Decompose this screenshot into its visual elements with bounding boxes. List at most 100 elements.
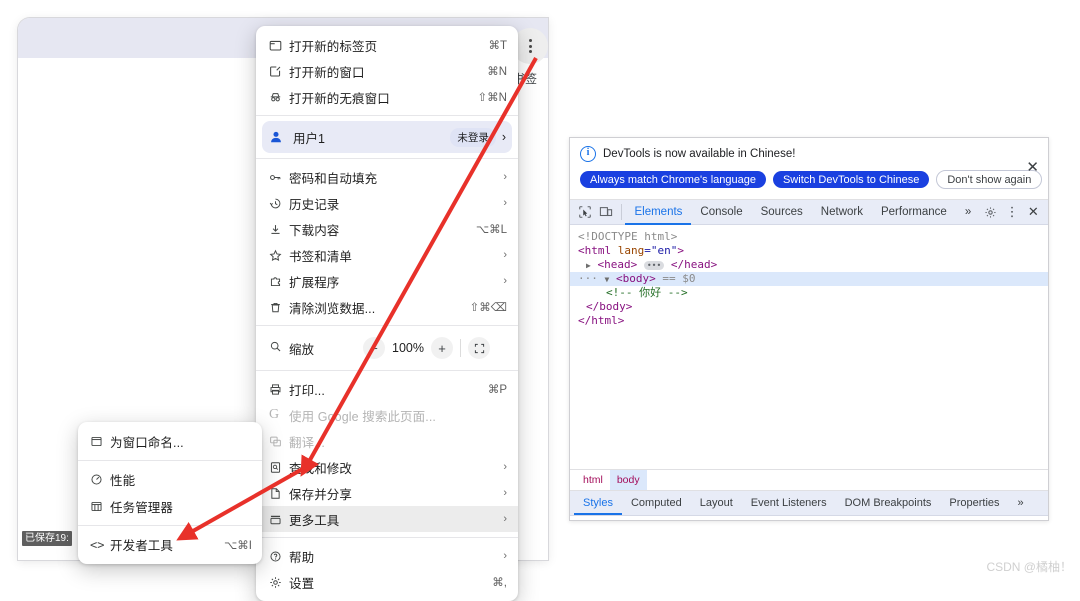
devtools-tab-sources[interactable]: Sources (752, 200, 812, 225)
chrome-main-menu[interactable]: 打开新的标签页 ⌘T 打开新的窗口 ⌘N 打开新的无痕窗口 ⇧⌘N 用户1 未登… (256, 26, 518, 601)
zoom-level-value: 100% (392, 341, 424, 355)
collapsed-content-icon[interactable]: ••• (643, 260, 665, 270)
menu-item-new-window[interactable]: 打开新的窗口 ⌘N (256, 58, 518, 84)
saved-status-chip: 已保存19: (22, 531, 72, 546)
breadcrumb-body[interactable]: body (609, 470, 647, 490)
menu-item-label: 书签和清单 (289, 249, 353, 264)
save-share-icon (269, 487, 289, 500)
menu-item-extensions[interactable]: 扩展程序 › (256, 268, 518, 294)
incognito-icon (269, 91, 289, 104)
kebab-menu-icon[interactable]: ⋮ (1001, 205, 1022, 218)
styles-pane-tabbar[interactable]: Styles Computed Layout Event Listeners D… (570, 491, 1048, 516)
sidetab-computed[interactable]: Computed (622, 491, 691, 515)
history-icon (269, 197, 289, 210)
sidetab-layout[interactable]: Layout (691, 491, 742, 515)
menu-item-bookmarks[interactable]: 书签和清单 › (256, 242, 518, 268)
submenu-item-task-manager[interactable]: 任务管理器 (78, 493, 262, 520)
styles-pane-content (570, 516, 1048, 520)
always-match-language-button[interactable]: Always match Chrome's language (580, 171, 766, 188)
menu-item-new-tab[interactable]: 打开新的标签页 ⌘T (256, 32, 518, 58)
notice-close-icon[interactable]: ✕ (1026, 160, 1039, 175)
sidetab-dom-breakpoints[interactable]: DOM Breakpoints (836, 491, 941, 515)
devtools-tab-elements[interactable]: Elements (625, 200, 692, 225)
dom-tree[interactable]: <!DOCTYPE html> <html lang="en"> ▶ <head… (570, 225, 1048, 470)
menu-separator (256, 325, 518, 326)
menu-item-label: 保存并分享 (289, 487, 353, 502)
performance-icon (90, 473, 110, 486)
dom-breadcrumb[interactable]: html body (570, 470, 1048, 491)
menu-item-downloads[interactable]: 下载内容 ⌥⌘L (256, 216, 518, 242)
collapse-triangle-icon[interactable]: ▼ (605, 273, 610, 287)
menu-item-help[interactable]: 帮助 › (256, 543, 518, 569)
menu-item-label: 打印... (289, 383, 325, 398)
dom-line-html-close: </html> (578, 314, 625, 327)
menu-item-search-with-google: G 使用 Google 搜索此页面... (256, 402, 518, 428)
devtools-language-notice: i DevTools is now available in Chinese! … (570, 138, 1048, 200)
menu-item-history[interactable]: 历史记录 › (256, 190, 518, 216)
submenu-item-label: 开发者工具 (110, 539, 174, 553)
breadcrumb-html[interactable]: html (576, 470, 610, 490)
submenu-item-performance[interactable]: 性能 (78, 466, 262, 493)
chevron-right-icon: › (503, 275, 507, 287)
dom-line-doctype: <!DOCTYPE html> (578, 230, 678, 243)
chevron-right-icon: › (503, 550, 507, 562)
menu-item-accel: ⌥⌘L (475, 224, 507, 236)
submenu-item-label: 任务管理器 (110, 501, 174, 515)
zoom-out-button[interactable]: − (363, 337, 385, 359)
kebab-dot (528, 44, 532, 48)
menu-item-more-tools[interactable]: 更多工具 › (256, 506, 518, 532)
more-tools-submenu[interactable]: 为窗口命名... 性能 任务管理器 <> 开发者工具 ⌥⌘I (78, 422, 262, 564)
devtools-close-icon[interactable]: ✕ (1023, 204, 1044, 220)
chevron-right-icon: › (503, 487, 507, 499)
sidetabs-overflow[interactable]: » (1009, 491, 1033, 515)
menu-item-passwords[interactable]: 密码和自动填充 › (256, 164, 518, 190)
info-icon: i (580, 146, 596, 162)
menu-item-label: 打开新的无痕窗口 (289, 91, 390, 106)
watermark: CSDN @橘柚！ (986, 560, 1072, 574)
menu-item-clear-browsing-data[interactable]: 清除浏览数据... ⇧⌘⌫ (256, 294, 518, 320)
menu-item-label: 扩展程序 (289, 275, 340, 290)
task-manager-icon (90, 500, 110, 513)
devtools-tabbar[interactable]: Elements Console Sources Network Perform… (570, 200, 1048, 225)
menu-item-profile[interactable]: 用户1 未登录 › (262, 121, 512, 153)
menu-zoom-row[interactable]: 缩放 − 100% + (256, 331, 518, 365)
submenu-item-developer-tools[interactable]: <> 开发者工具 ⌥⌘I (78, 531, 262, 558)
dom-line-comment[interactable]: <!-- 你好 --> (570, 286, 1048, 300)
submenu-separator (78, 460, 262, 461)
help-icon (269, 550, 289, 563)
signin-status-badge: 未登录 (450, 127, 496, 147)
menu-item-accel: ⌘T (488, 40, 507, 52)
google-icon: G (269, 407, 280, 422)
menu-item-label: 清除浏览数据... (289, 301, 376, 316)
devtools-tab-performance[interactable]: Performance (872, 200, 956, 225)
zoom-in-button[interactable]: + (431, 337, 453, 359)
menu-item-save-and-share[interactable]: 保存并分享 › (256, 480, 518, 506)
sidetab-event-listeners[interactable]: Event Listeners (742, 491, 836, 515)
translate-icon (269, 435, 289, 448)
inspect-icon[interactable] (574, 205, 595, 219)
menu-item-label: 密码和自动填充 (289, 171, 378, 186)
sidetab-styles[interactable]: Styles (574, 491, 622, 515)
dom-line-body-selected[interactable]: ··· ▼ <body> == $0 (570, 272, 1048, 286)
zoom-icon (269, 340, 289, 356)
menu-item-settings[interactable]: 设置 ⌘, (256, 569, 518, 595)
menu-separator (256, 158, 518, 159)
menu-item-incognito-window[interactable]: 打开新的无痕窗口 ⇧⌘N (256, 84, 518, 110)
submenu-item-name-window[interactable]: 为窗口命名... (78, 428, 262, 455)
switch-devtools-language-button[interactable]: Switch DevTools to Chinese (772, 171, 930, 188)
devtools-tab-console[interactable]: Console (691, 200, 751, 225)
sidetab-properties[interactable]: Properties (940, 491, 1008, 515)
menu-item-print[interactable]: 打印... ⌘P (256, 376, 518, 402)
device-toolbar-icon[interactable] (595, 205, 616, 219)
fullscreen-button[interactable] (468, 337, 490, 359)
dom-line-html[interactable]: <html lang="en"> (570, 244, 1048, 258)
settings-icon (269, 576, 289, 589)
menu-item-find-and-edit[interactable]: 查找和修改 › (256, 454, 518, 480)
expand-triangle-icon[interactable]: ▶ (586, 259, 591, 273)
submenu-separator (78, 525, 262, 526)
settings-gear-icon[interactable] (980, 206, 1001, 219)
menu-item-label: 历史记录 (289, 197, 340, 212)
devtools-tab-network[interactable]: Network (812, 200, 872, 225)
devtools-tabs-overflow[interactable]: » (956, 200, 980, 225)
dom-line-head[interactable]: ▶ <head> ••• </head> (570, 258, 1048, 272)
